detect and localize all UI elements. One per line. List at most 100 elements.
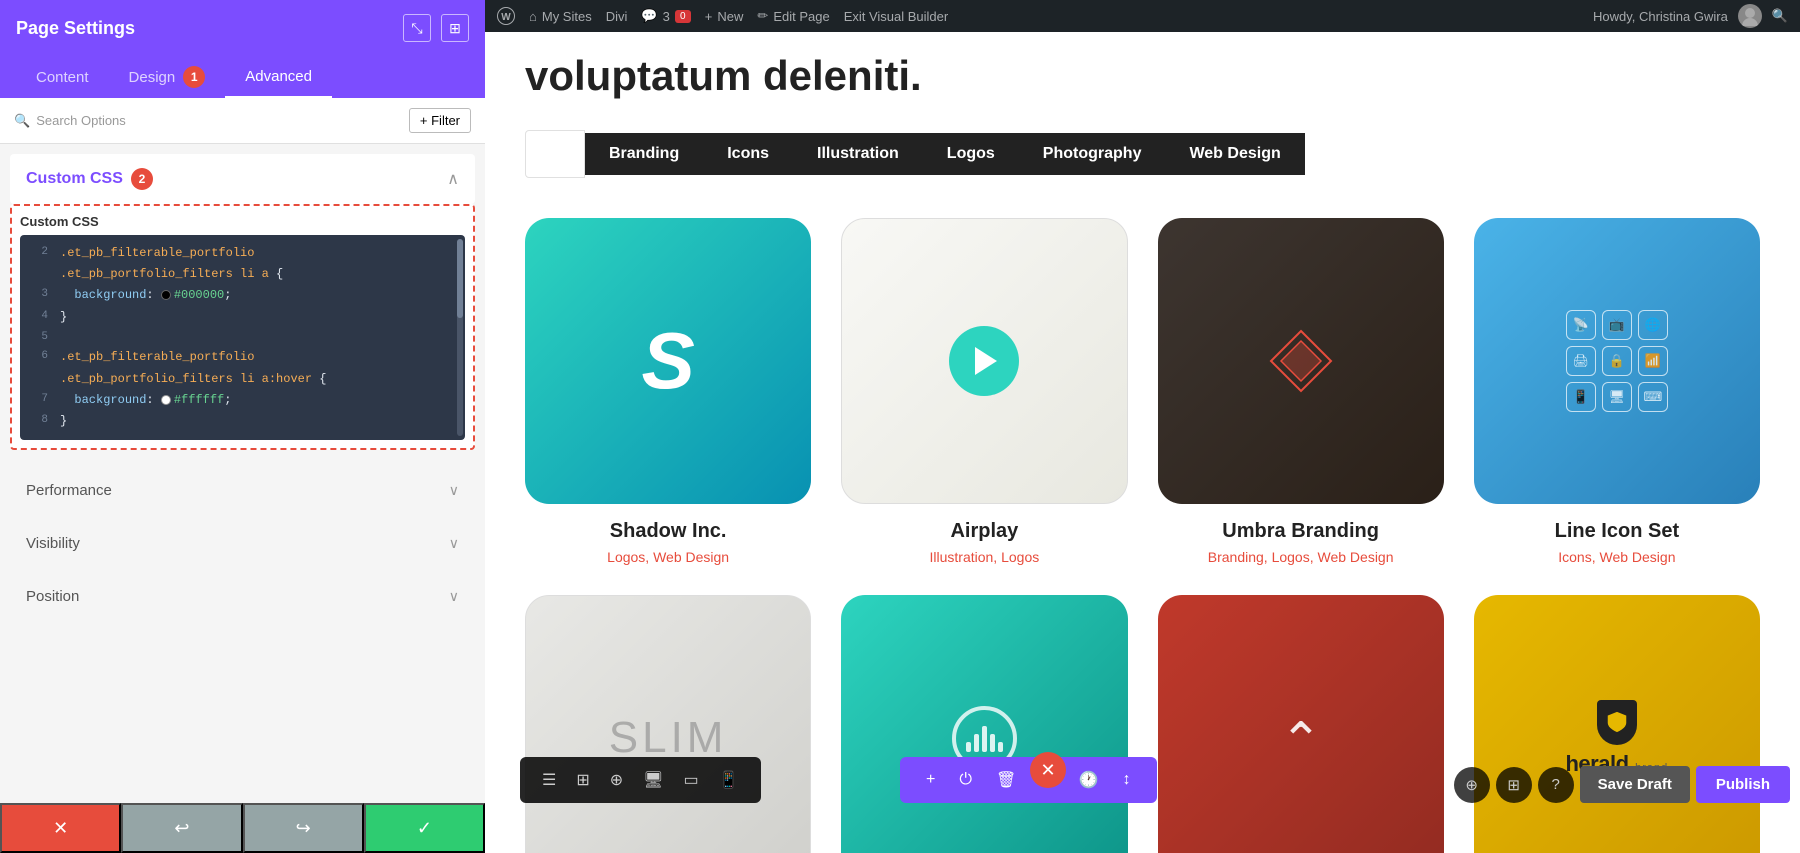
divi-item[interactable]: Divi (606, 9, 628, 24)
right-content: voluptatum deleniti. Branding Icons Illu… (485, 0, 1800, 853)
item-cats-umbra: Branding, Logos, Web Design (1208, 549, 1394, 565)
edit-page-item[interactable]: ✏ Edit Page (757, 8, 829, 24)
filter-branding[interactable]: Branding (585, 133, 703, 175)
toolbar-grid-btn[interactable]: ⊞ (568, 765, 597, 795)
toolbar-menu-btn[interactable]: ☰ (534, 765, 564, 795)
panel-search: 🔍 Search Options + Filter (0, 98, 485, 144)
toolbar-desktop-btn[interactable]: 🖥 (635, 765, 671, 795)
filter-webdesign[interactable]: Web Design (1165, 133, 1304, 175)
code-editor[interactable]: 2 .et_pb_filterable_portfolio .et_pb_por… (20, 235, 465, 440)
wp-logo[interactable]: W (497, 7, 515, 25)
right-toolbar: ⊕ ⊞ ? Save Draft Publish (1454, 766, 1790, 803)
bar4 (990, 734, 995, 752)
portfolio-item-lineicon[interactable]: 📡 📺 🌐 🖨 🔒 📶 📱 🖥 ⌨ Line Icon Set Icon (1474, 218, 1760, 565)
wp-topbar: W ⌂ My Sites Divi 💬 3 0 + New ✏ Edit Pag… (485, 0, 1800, 32)
panel-header: Page Settings ⤡ ⊞ (0, 0, 485, 56)
toolbar-tablet-btn[interactable]: ▭ (675, 765, 706, 795)
diamond-icon (1261, 321, 1341, 401)
code-line: 4 } (20, 307, 465, 328)
code-line: .et_pb_portfolio_filters li a:hover { (20, 369, 465, 390)
thumb-ascend (841, 595, 1127, 853)
li-cell: 🔒 (1602, 346, 1632, 376)
exit-visual-builder[interactable]: Exit Visual Builder (844, 9, 949, 24)
li-cell: 🖨 (1566, 346, 1596, 376)
visibility-header[interactable]: Visibility ∨ (10, 521, 475, 566)
bar5 (998, 742, 1003, 752)
code-line: 8 } (20, 411, 465, 432)
position-header[interactable]: Position ∨ (10, 574, 475, 619)
filter-icons[interactable]: Icons (703, 133, 793, 175)
portfolio-item-herald[interactable]: herald.brand herald.brand Branding, Web … (1474, 595, 1760, 853)
add-btn[interactable]: + (916, 766, 945, 794)
li-cell: 📱 (1566, 382, 1596, 412)
module-toolbar: ☰ ⊞ ⊕ 🖥 ▭ 📱 (520, 757, 761, 803)
tab-design[interactable]: Design 1 (109, 56, 226, 98)
portfolio-item-ascend[interactable]: Ascend Redesign Branding, Web Design (841, 595, 1127, 853)
shield-icon (1605, 709, 1629, 735)
svg-text:W: W (501, 12, 511, 23)
portfolio-item-umbra[interactable]: Umbra Branding Branding, Logos, Web Desi… (1158, 218, 1444, 565)
save-button[interactable]: ✓ (364, 803, 485, 853)
li-cell: ⌨ (1638, 382, 1668, 412)
comments-item[interactable]: 💬 3 0 (641, 8, 690, 24)
panel-title: Page Settings (16, 18, 135, 39)
performance-header[interactable]: Performance ∨ (10, 468, 475, 513)
help-btn[interactable]: ? (1538, 767, 1574, 803)
howdy-text: Howdy, Christina Gwira (1593, 9, 1728, 24)
item-cats-lineicon: Icons, Web Design (1558, 549, 1675, 565)
thumb-lineicon: 📡 📺 🌐 🖨 🔒 📶 📱 🖥 ⌨ (1474, 218, 1760, 504)
toolbar-mobile-btn[interactable]: 📱 (711, 765, 747, 795)
history-btn[interactable]: 🕐 (1069, 765, 1109, 795)
grid-icon[interactable]: ⊞ (441, 14, 469, 42)
portfolio-item-slim[interactable]: SLIM Slim Font Illustration, Web Design (525, 595, 811, 853)
portfolio-item-shadow[interactable]: S Shadow Inc. Logos, Web Design (525, 218, 811, 565)
visibility-title: Visibility (26, 535, 80, 552)
line-icons-grid: 📡 📺 🌐 🖨 🔒 📶 📱 🖥 ⌨ (1556, 300, 1678, 422)
avatar[interactable] (1738, 4, 1762, 28)
item-title-shadow: Shadow Inc. (610, 520, 727, 543)
filter-photography[interactable]: Photography (1019, 133, 1166, 175)
search-placeholder[interactable]: Search Options (36, 113, 126, 128)
filter-illustration[interactable]: Illustration (793, 133, 923, 175)
toolbar-search-btn[interactable]: ⊕ (602, 765, 631, 795)
code-editor-label: Custom CSS (20, 214, 465, 229)
slim-text: SLIM (609, 713, 728, 763)
save-draft-button[interactable]: Save Draft (1580, 766, 1690, 803)
sort-btn[interactable]: ↕ (1113, 766, 1141, 794)
delete-btn[interactable]: 🗑 (986, 765, 1026, 795)
custom-css-section: Custom CSS 2 ∧ (10, 154, 475, 204)
search-icon[interactable]: 🔍 (1772, 8, 1788, 24)
new-item[interactable]: + New (705, 9, 744, 24)
zoom-btn[interactable]: ⊕ (1454, 767, 1490, 803)
cancel-button[interactable]: ✕ (0, 803, 121, 853)
tab-content[interactable]: Content (16, 56, 109, 98)
portfolio-wrap: voluptatum deleniti. Branding Icons Illu… (485, 32, 1800, 853)
li-cell: 📡 (1566, 310, 1596, 340)
portfolio-item-airplay[interactable]: Airplay Illustration, Logos (841, 218, 1127, 565)
scrollbar-thumb (457, 239, 463, 318)
filter-button[interactable]: + Filter (409, 108, 471, 133)
wp-bar-right: Howdy, Christina Gwira 🔍 (1593, 4, 1788, 28)
close-x-button[interactable]: ✕ (1030, 752, 1066, 788)
code-editor-wrap: Custom CSS 2 .et_pb_filterable_portfolio… (10, 204, 475, 450)
my-sites-item[interactable]: ⌂ My Sites (529, 9, 592, 24)
main-layout: Page Settings ⤡ ⊞ Content Design 1 Advan… (0, 0, 1800, 853)
custom-css-header[interactable]: Custom CSS 2 ∧ (10, 154, 475, 204)
redo-button[interactable]: ↪ (243, 803, 364, 853)
tab-advanced[interactable]: Advanced (225, 56, 332, 98)
portfolio-item-mobius[interactable]: ⌄ Mobius Branding, Logos (1158, 595, 1444, 853)
expand-icon[interactable]: ⤡ (403, 14, 431, 42)
scrollbar[interactable] (457, 239, 463, 436)
undo-button[interactable]: ↩ (121, 803, 242, 853)
bar3 (982, 726, 987, 752)
filter-empty-cell (525, 130, 585, 178)
page-headline: voluptatum deleniti. (525, 52, 1760, 100)
filter-logos[interactable]: Logos (923, 133, 1019, 175)
power-btn[interactable]: ⏻ (949, 766, 982, 794)
mobius-icon: ⌄ (1280, 709, 1322, 767)
layers-btn[interactable]: ⊞ (1496, 767, 1532, 803)
publish-button[interactable]: Publish (1696, 766, 1790, 803)
visibility-section: Visibility ∨ (10, 521, 475, 566)
custom-css-badge: 2 (131, 168, 153, 190)
li-cell: 🖥 (1602, 382, 1632, 412)
